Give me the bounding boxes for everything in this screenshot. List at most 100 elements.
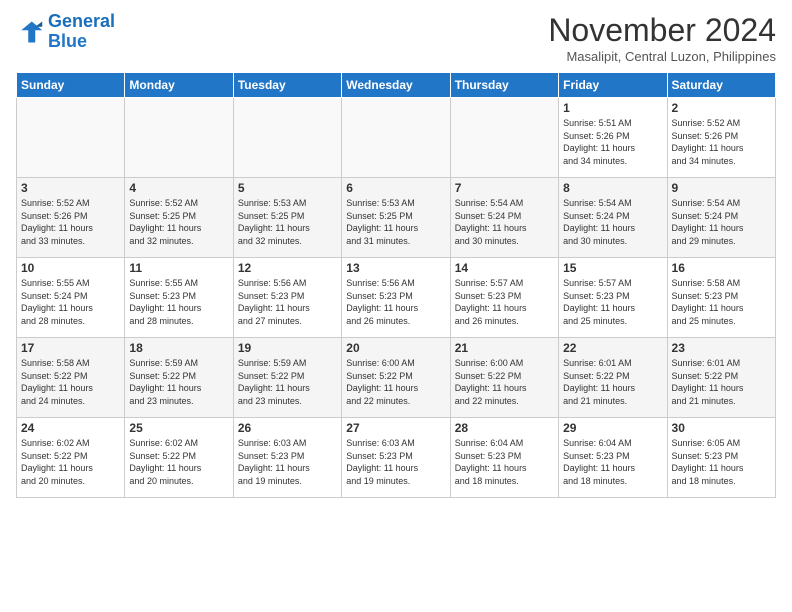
calendar-week-row: 3Sunrise: 5:52 AM Sunset: 5:26 PM Daylig… — [17, 178, 776, 258]
day-number: 3 — [21, 181, 120, 195]
calendar-cell — [342, 98, 450, 178]
calendar-cell: 26 Sunrise: 6:03 AM Sunset: 5:23 PM Dayli… — [233, 418, 341, 498]
day-number: 25 — [129, 421, 228, 435]
day-number: 18 — [129, 341, 228, 355]
day-number: 17 — [21, 341, 120, 355]
day-info: Sunrise: 6:03 AM Sunset: 5:23 PM Dayligh… — [238, 437, 337, 487]
calendar-cell: 5Sunrise: 5:53 AM Sunset: 5:25 PM Daylig… — [233, 178, 341, 258]
day-number: 21 — [455, 341, 554, 355]
day-info: Sunrise: 5:52 AM Sunset: 5:26 PM Dayligh… — [672, 117, 771, 167]
day-info: Sunrise: 6:02 AM Sunset: 5:22 PM Dayligh… — [129, 437, 228, 487]
day-info: Sunrise: 5:54 AM Sunset: 5:24 PM Dayligh… — [455, 197, 554, 247]
calendar-cell: 17 Sunrise: 5:58 AM Sunset: 5:22 PM Dayli… — [17, 338, 125, 418]
day-info: Sunrise: 6:04 AM Sunset: 5:23 PM Dayligh… — [563, 437, 662, 487]
calendar-cell: 18 Sunrise: 5:59 AM Sunset: 5:22 PM Dayli… — [125, 338, 233, 418]
day-number: 13 — [346, 261, 445, 275]
day-number: 6 — [346, 181, 445, 195]
logo-line2: Blue — [48, 31, 87, 51]
day-info: Sunrise: 6:01 AM Sunset: 5:22 PM Dayligh… — [672, 357, 771, 407]
day-number: 2 — [672, 101, 771, 115]
day-info: Sunrise: 5:54 AM Sunset: 5:24 PM Dayligh… — [563, 197, 662, 247]
calendar-cell: 24 Sunrise: 6:02 AM Sunset: 5:22 PM Dayli… — [17, 418, 125, 498]
calendar-cell — [125, 98, 233, 178]
weekday-header: Thursday — [450, 73, 558, 98]
day-info: Sunrise: 6:00 AM Sunset: 5:22 PM Dayligh… — [346, 357, 445, 407]
day-number: 26 — [238, 421, 337, 435]
calendar-cell: 1 Sunrise: 5:51 AM Sunset: 5:26 PM Daylig… — [559, 98, 667, 178]
month-title: November 2024 — [548, 12, 776, 49]
calendar-cell: 4 Sunrise: 5:52 AM Sunset: 5:25 PM Daylig… — [125, 178, 233, 258]
logo-text: General Blue — [48, 12, 115, 52]
day-info: Sunrise: 6:00 AM Sunset: 5:22 PM Dayligh… — [455, 357, 554, 407]
calendar-cell: 16 Sunrise: 5:58 AM Sunset: 5:23 PM Dayli… — [667, 258, 775, 338]
day-number: 8 — [563, 181, 662, 195]
day-number: 9 — [672, 181, 771, 195]
weekday-header: Tuesday — [233, 73, 341, 98]
day-number: 5 — [238, 181, 337, 195]
calendar-cell — [450, 98, 558, 178]
day-info: Sunrise: 5:59 AM Sunset: 5:22 PM Dayligh… — [238, 357, 337, 407]
calendar-week-row: 24 Sunrise: 6:02 AM Sunset: 5:22 PM Dayli… — [17, 418, 776, 498]
weekday-header: Friday — [559, 73, 667, 98]
day-info: Sunrise: 5:51 AM Sunset: 5:26 PM Dayligh… — [563, 117, 662, 167]
calendar-cell: 6 Sunrise: 5:53 AM Sunset: 5:25 PM Daylig… — [342, 178, 450, 258]
day-info: Sunrise: 5:54 AM Sunset: 5:24 PM Dayligh… — [672, 197, 771, 247]
weekday-header: Saturday — [667, 73, 775, 98]
day-number: 30 — [672, 421, 771, 435]
day-number: 20 — [346, 341, 445, 355]
day-info: Sunrise: 5:52 AM Sunset: 5:25 PM Dayligh… — [129, 197, 228, 247]
day-number: 22 — [563, 341, 662, 355]
weekday-header: Sunday — [17, 73, 125, 98]
day-info: Sunrise: 5:59 AM Sunset: 5:22 PM Dayligh… — [129, 357, 228, 407]
day-info: Sunrise: 6:02 AM Sunset: 5:22 PM Dayligh… — [21, 437, 120, 487]
calendar-week-row: 10Sunrise: 5:55 AM Sunset: 5:24 PM Dayli… — [17, 258, 776, 338]
day-number: 28 — [455, 421, 554, 435]
day-info: Sunrise: 5:55 AM Sunset: 5:23 PM Dayligh… — [129, 277, 228, 327]
calendar-header: SundayMondayTuesdayWednesdayThursdayFrid… — [17, 73, 776, 98]
day-number: 10 — [21, 261, 120, 275]
day-number: 27 — [346, 421, 445, 435]
day-info: Sunrise: 6:01 AM Sunset: 5:22 PM Dayligh… — [563, 357, 662, 407]
calendar-cell: 28 Sunrise: 6:04 AM Sunset: 5:23 PM Dayli… — [450, 418, 558, 498]
day-number: 14 — [455, 261, 554, 275]
calendar-cell: 13 Sunrise: 5:56 AM Sunset: 5:23 PM Dayli… — [342, 258, 450, 338]
day-number: 24 — [21, 421, 120, 435]
calendar-cell: 19Sunrise: 5:59 AM Sunset: 5:22 PM Dayli… — [233, 338, 341, 418]
weekday-header: Wednesday — [342, 73, 450, 98]
calendar-cell: 25 Sunrise: 6:02 AM Sunset: 5:22 PM Dayli… — [125, 418, 233, 498]
day-number: 4 — [129, 181, 228, 195]
calendar-cell: 10Sunrise: 5:55 AM Sunset: 5:24 PM Dayli… — [17, 258, 125, 338]
header: General Blue November 2024 Masalipit, Ce… — [16, 12, 776, 64]
calendar-cell: 7Sunrise: 5:54 AM Sunset: 5:24 PM Daylig… — [450, 178, 558, 258]
calendar-cell: 11 Sunrise: 5:55 AM Sunset: 5:23 PM Dayli… — [125, 258, 233, 338]
day-info: Sunrise: 5:57 AM Sunset: 5:23 PM Dayligh… — [563, 277, 662, 327]
calendar-week-row: 17 Sunrise: 5:58 AM Sunset: 5:22 PM Dayli… — [17, 338, 776, 418]
logo: General Blue — [16, 12, 115, 52]
calendar-cell: 3Sunrise: 5:52 AM Sunset: 5:26 PM Daylig… — [17, 178, 125, 258]
day-number: 23 — [672, 341, 771, 355]
day-number: 11 — [129, 261, 228, 275]
day-info: Sunrise: 5:53 AM Sunset: 5:25 PM Dayligh… — [346, 197, 445, 247]
page: General Blue November 2024 Masalipit, Ce… — [0, 0, 792, 612]
calendar-table: SundayMondayTuesdayWednesdayThursdayFrid… — [16, 72, 776, 498]
day-number: 1 — [563, 101, 662, 115]
day-info: Sunrise: 5:56 AM Sunset: 5:23 PM Dayligh… — [346, 277, 445, 327]
calendar-cell — [233, 98, 341, 178]
calendar-cell: 20 Sunrise: 6:00 AM Sunset: 5:22 PM Dayli… — [342, 338, 450, 418]
location: Masalipit, Central Luzon, Philippines — [548, 49, 776, 64]
day-info: Sunrise: 5:58 AM Sunset: 5:22 PM Dayligh… — [21, 357, 120, 407]
calendar-cell: 22 Sunrise: 6:01 AM Sunset: 5:22 PM Dayli… — [559, 338, 667, 418]
day-number: 16 — [672, 261, 771, 275]
day-info: Sunrise: 5:57 AM Sunset: 5:23 PM Dayligh… — [455, 277, 554, 327]
calendar-cell: 14 Sunrise: 5:57 AM Sunset: 5:23 PM Dayli… — [450, 258, 558, 338]
calendar-cell: 27Sunrise: 6:03 AM Sunset: 5:23 PM Dayli… — [342, 418, 450, 498]
day-info: Sunrise: 6:04 AM Sunset: 5:23 PM Dayligh… — [455, 437, 554, 487]
title-block: November 2024 Masalipit, Central Luzon, … — [548, 12, 776, 64]
day-info: Sunrise: 5:56 AM Sunset: 5:23 PM Dayligh… — [238, 277, 337, 327]
calendar-cell: 29Sunrise: 6:04 AM Sunset: 5:23 PM Dayli… — [559, 418, 667, 498]
day-number: 15 — [563, 261, 662, 275]
calendar-body: 1 Sunrise: 5:51 AM Sunset: 5:26 PM Daylig… — [17, 98, 776, 498]
calendar-cell — [17, 98, 125, 178]
day-info: Sunrise: 5:58 AM Sunset: 5:23 PM Dayligh… — [672, 277, 771, 327]
day-number: 12 — [238, 261, 337, 275]
